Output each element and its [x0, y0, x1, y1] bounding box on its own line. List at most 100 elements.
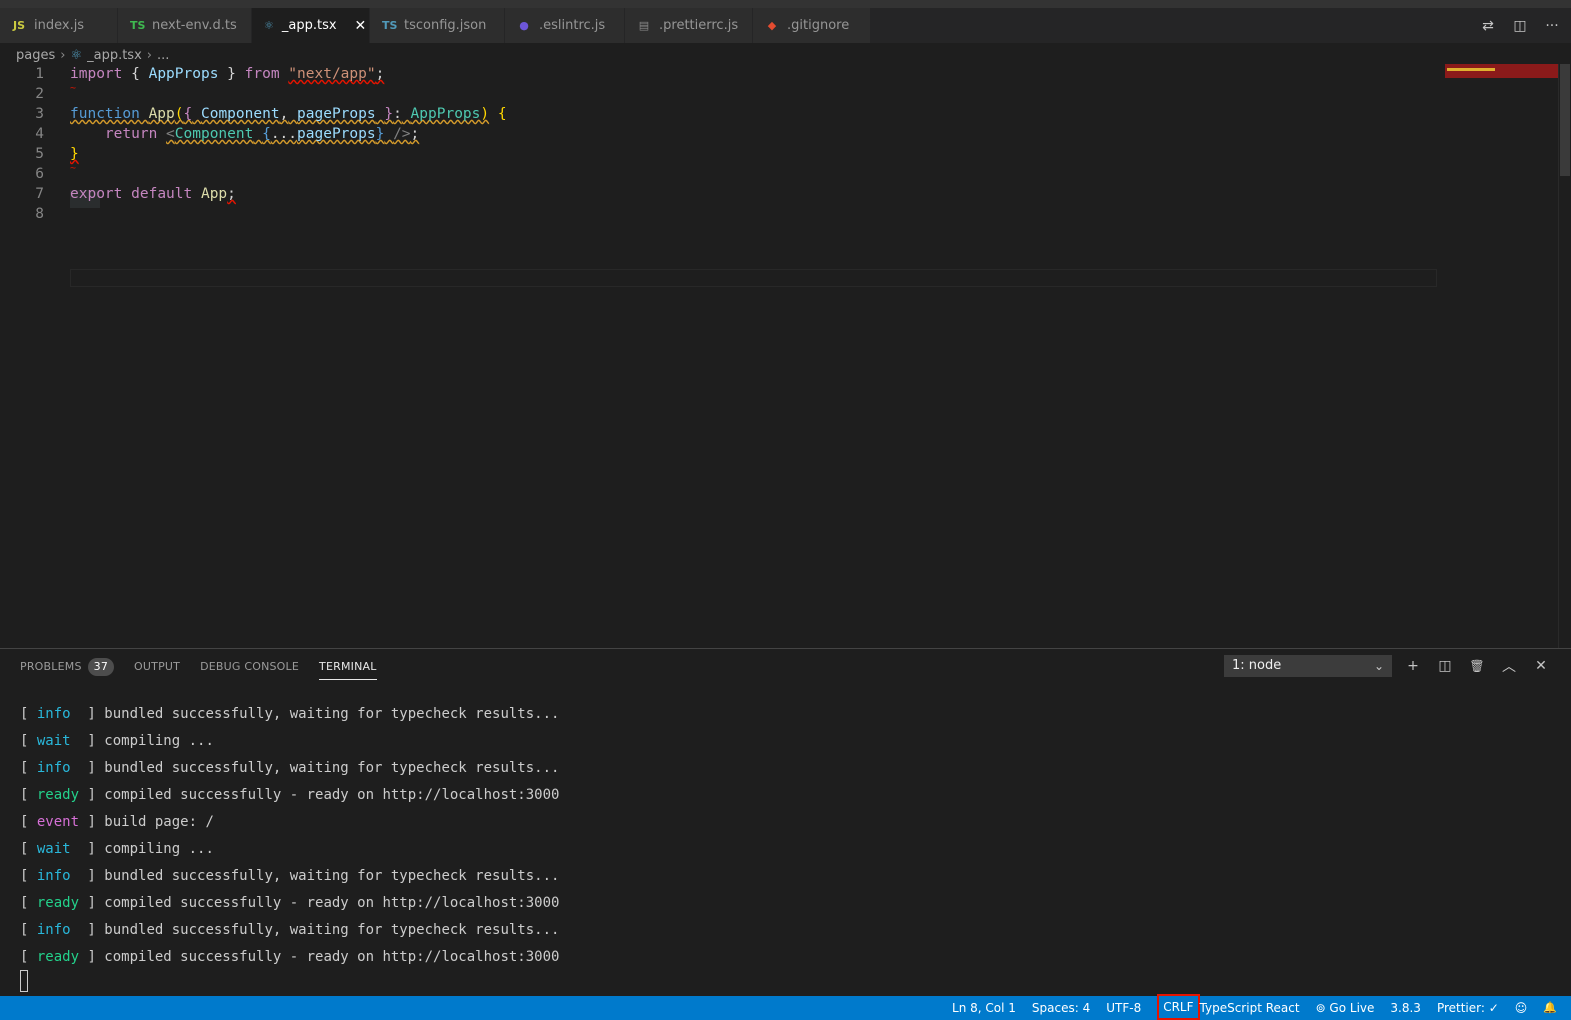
log-message: bundled successfully, waiting for typech… [95, 922, 560, 938]
log-message: bundled successfully, waiting for typech… [95, 760, 560, 776]
terminal-output[interactable]: [ info ] bundled successfully, waiting f… [20, 701, 559, 971]
chevron-down-icon: ⌄ [1373, 659, 1384, 673]
code-text: import { AppProps } from "next/app"; [70, 66, 385, 82]
log-level: wait [36, 733, 71, 749]
code-line: 2 ~ [0, 84, 1440, 104]
minimap-error-block [1445, 64, 1558, 78]
tab-prettierrc-js[interactable]: ▤ .prettierrc.js [625, 8, 753, 43]
tab-gitignore[interactable]: ◆ .gitignore [753, 8, 871, 43]
status-ts-version[interactable]: 3.8.3 [1390, 996, 1421, 1020]
line-number: 4 [35, 126, 44, 142]
split-terminal-icon[interactable]: ◫ [1436, 658, 1454, 674]
code-line: 4 return <Component {...pageProps} />; [0, 124, 1440, 144]
log-level: ready [36, 949, 80, 965]
open-changes-icon[interactable]: ⇄ [1479, 18, 1497, 34]
window-top-strip [0, 0, 1571, 8]
line-number: 3 [35, 106, 44, 122]
status-cursor-position[interactable]: Ln 8, Col 1 [952, 996, 1016, 1020]
new-terminal-icon[interactable]: + [1404, 658, 1422, 674]
file-type-icon: JS [12, 19, 25, 32]
feedback-icon[interactable]: ☺ [1515, 996, 1528, 1020]
log-message: compiled successfully - ready on http://… [95, 949, 560, 965]
breadcrumb-file[interactable]: _app.tsx [87, 48, 142, 63]
code-line: 5 } [0, 144, 1440, 164]
tab-label: tsconfig.json [404, 18, 487, 33]
tab-output[interactable]: OUTPUT [134, 655, 180, 679]
status-indentation[interactable]: Spaces: 4 [1032, 996, 1090, 1020]
terminal-line: [ event ] build page: / [20, 814, 214, 830]
status-prettier[interactable]: Prettier: ✓ [1437, 996, 1499, 1020]
terminal-line: [ ready ] compiled successfully - ready … [20, 787, 560, 803]
line-number: 6 [35, 166, 44, 182]
log-level: info [36, 868, 71, 884]
log-level: ready [36, 895, 80, 911]
file-type-icon: ⚛ [264, 19, 274, 32]
breadcrumb-folder[interactable]: pages [16, 48, 55, 63]
line-number: 1 [35, 66, 44, 82]
code-editor[interactable]: 1 import { AppProps } from "next/app"; 2… [0, 64, 1440, 648]
log-message: compiled successfully - ready on http://… [95, 895, 560, 911]
tab-label: .eslintrc.js [539, 18, 606, 33]
notifications-bell-icon[interactable]: 🔔 [1543, 996, 1557, 1020]
close-icon[interactable]: ✕ [355, 18, 367, 34]
status-go-live[interactable]: ⊚ Go Live [1316, 996, 1375, 1020]
log-level: info [36, 760, 71, 776]
tab-label: index.js [34, 18, 85, 33]
editor-tab-actions: ⇄ ◫ ··· [1479, 8, 1561, 43]
code-line: 3 function App({ Component, pageProps }:… [0, 104, 1440, 124]
tab-terminal[interactable]: TERMINAL [319, 655, 377, 680]
tab-problems[interactable]: PROBLEMS 37 [20, 655, 115, 679]
file-type-icon: TS [382, 19, 398, 32]
trash-icon[interactable]: 🗑 [1468, 659, 1486, 673]
tab-next-env-d-ts[interactable]: TS next-env.d.ts [118, 8, 252, 43]
file-type-icon: TS [130, 19, 146, 32]
terminal-line: [ ready ] compiled successfully - ready … [20, 949, 560, 965]
terminal-line: [ wait ] compiling ... [20, 733, 214, 749]
chevron-right-icon: › [146, 47, 152, 63]
tab-tsconfig-json[interactable]: TS tsconfig.json [370, 8, 505, 43]
terminal-line: [ info ] bundled successfully, waiting f… [20, 706, 560, 722]
code-line: 1 import { AppProps } from "next/app"; [0, 64, 1440, 84]
status-language-mode[interactable]: TypeScript React [1200, 996, 1300, 1020]
problems-count-badge: 37 [87, 658, 115, 676]
file-type-icon: ▤ [638, 19, 650, 32]
scrollbar-thumb[interactable] [1560, 64, 1570, 176]
tab-label: .prettierrc.js [659, 18, 739, 33]
breadcrumb: pages › ⚛ _app.tsx › ... [16, 45, 169, 65]
log-level: event [36, 814, 80, 830]
code-line: 7 export default App; [0, 184, 1440, 204]
terminal-line: [ ready ] compiled successfully - ready … [20, 895, 560, 911]
terminal-line: [ info ] bundled successfully, waiting f… [20, 922, 560, 938]
terminal-line: [ info ] bundled successfully, waiting f… [20, 868, 560, 884]
bottom-panel: PROBLEMS 37 OUTPUT DEBUG CONSOLE TERMINA… [0, 648, 1571, 997]
status-encoding[interactable]: UTF-8 [1106, 996, 1141, 1020]
breadcrumb-symbols[interactable]: ... [157, 48, 169, 63]
line-number: 8 [35, 206, 44, 222]
terminal-cursor [20, 970, 28, 992]
split-editor-icon[interactable]: ◫ [1511, 18, 1529, 34]
chevron-right-icon: › [60, 47, 66, 63]
tab-index-js[interactable]: JS index.js [0, 8, 118, 43]
status-end-of-line[interactable]: CRLF [1157, 994, 1200, 1020]
panel-actions: + ◫ 🗑 ︿ ✕ [1404, 655, 1550, 677]
tab-eslintrc-js[interactable]: ● .eslintrc.js [505, 8, 625, 43]
code-line: 8 [0, 204, 1440, 224]
log-message: bundled successfully, waiting for typech… [95, 706, 560, 722]
log-message: compiling ... [95, 841, 214, 857]
code-text: ~ [70, 83, 77, 94]
file-type-icon: ◆ [767, 19, 777, 32]
status-bar: Ln 8, Col 1 Spaces: 4 UTF-8 CRLF TypeScr… [0, 994, 1571, 1020]
more-actions-icon[interactable]: ··· [1543, 18, 1561, 34]
minimap[interactable] [1445, 64, 1558, 80]
tab-app-tsx[interactable]: ⚛ _app.tsx ✕ [252, 8, 370, 43]
terminal-line: [ info ] bundled successfully, waiting f… [20, 760, 560, 776]
log-message: compiled successfully - ready on http://… [95, 787, 560, 803]
close-panel-icon[interactable]: ✕ [1532, 658, 1550, 674]
maximize-panel-icon[interactable]: ︿ [1500, 656, 1518, 676]
tab-debug-console[interactable]: DEBUG CONSOLE [200, 655, 299, 679]
react-file-icon: ⚛ [70, 47, 83, 63]
code-line: 6 ~ [0, 164, 1440, 184]
editor-scrollbar[interactable] [1558, 64, 1571, 648]
terminal-select[interactable]: 1: node ⌄ [1224, 655, 1392, 677]
log-message: bundled successfully, waiting for typech… [95, 868, 560, 884]
